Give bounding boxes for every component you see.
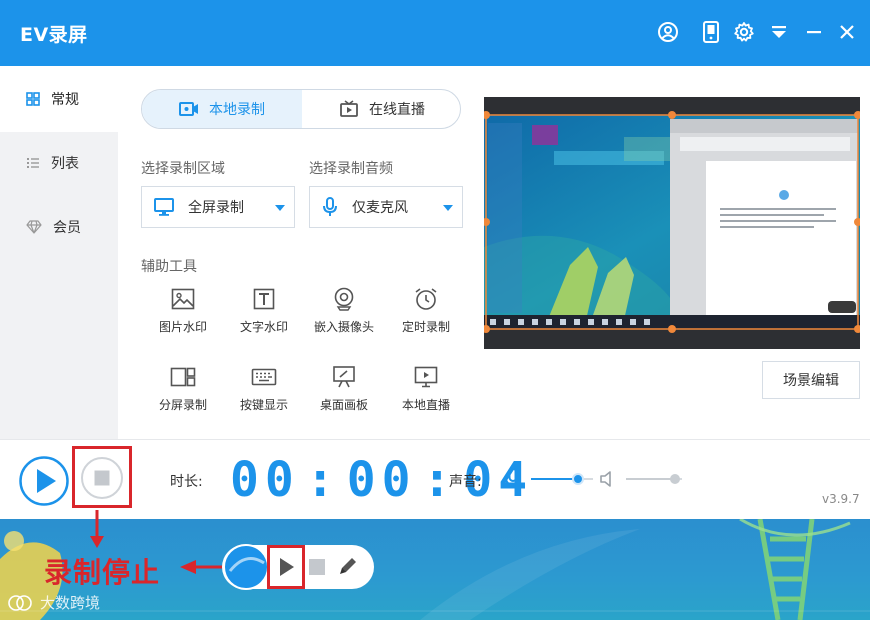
tool-image-watermark[interactable]: 图片水印 bbox=[143, 286, 223, 342]
recording-timer: 00 : 00 : 04 bbox=[230, 452, 533, 508]
menu-down-icon[interactable] bbox=[767, 20, 791, 44]
timer-separator: : bbox=[305, 452, 341, 508]
keyboard-icon bbox=[251, 368, 277, 386]
video-camera-icon bbox=[179, 102, 198, 116]
tool-timed-record[interactable]: 定时录制 bbox=[386, 286, 466, 342]
duration-label: 时长: bbox=[170, 474, 203, 490]
mic-volume-slider[interactable] bbox=[531, 472, 593, 486]
tool-key-display[interactable]: 按键显示 bbox=[224, 364, 304, 420]
mini-logo-icon[interactable] bbox=[222, 543, 270, 591]
timer-hours: 00 bbox=[230, 452, 300, 508]
slider-fill bbox=[626, 478, 675, 480]
pencil-icon[interactable] bbox=[337, 555, 359, 577]
tab-live-stream[interactable]: 在线直播 bbox=[302, 90, 460, 128]
screen-preview[interactable] bbox=[484, 97, 860, 349]
tool-label: 文字水印 bbox=[239, 320, 288, 334]
record-area-select[interactable]: 全屏录制 bbox=[141, 186, 295, 228]
watermark-logo-icon bbox=[8, 594, 32, 611]
annotation-label: 录制停止 bbox=[44, 556, 161, 589]
record-audio-label: 选择录制音频 bbox=[309, 161, 393, 177]
tool-label: 图片水印 bbox=[158, 320, 207, 334]
grid-icon bbox=[26, 92, 40, 106]
sidebar-item-label: 会员 bbox=[53, 220, 81, 236]
tool-local-live[interactable]: 本地直播 bbox=[386, 364, 466, 420]
tool-label: 分屏录制 bbox=[158, 398, 207, 412]
gear-icon[interactable] bbox=[732, 20, 756, 44]
split-screen-icon bbox=[170, 367, 196, 387]
diamond-icon bbox=[26, 220, 42, 234]
mode-toggle: 本地录制 在线直播 bbox=[141, 89, 461, 129]
sidebar-item-member[interactable]: 会员 bbox=[0, 194, 118, 260]
phone-icon[interactable] bbox=[699, 20, 723, 44]
list-icon bbox=[27, 158, 39, 168]
record-audio-value: 仅麦克风 bbox=[352, 200, 408, 216]
speaker-icon[interactable] bbox=[598, 469, 618, 489]
microphone-icon bbox=[323, 197, 337, 216]
tab-label: 本地录制 bbox=[209, 102, 265, 118]
tool-label: 定时录制 bbox=[401, 320, 450, 334]
watermark-text: 大数跨境 bbox=[40, 594, 101, 612]
tool-text-watermark[interactable]: 文字水印 bbox=[224, 286, 304, 342]
sidebar-item-label: 列表 bbox=[51, 156, 79, 172]
minimize-icon[interactable] bbox=[802, 20, 826, 44]
record-area-label: 选择录制区域 bbox=[141, 161, 225, 177]
sidebar-item-general[interactable]: 常规 bbox=[0, 66, 118, 132]
tool-split-screen[interactable]: 分屏录制 bbox=[143, 364, 223, 420]
tool-label: 本地直播 bbox=[401, 398, 450, 412]
stop-button[interactable] bbox=[80, 456, 124, 500]
mini-play-button[interactable] bbox=[274, 555, 298, 579]
monitor-icon bbox=[154, 198, 174, 216]
slider-handle[interactable] bbox=[670, 474, 680, 484]
tool-label: 按键显示 bbox=[239, 398, 288, 412]
sidebar-item-label: 常规 bbox=[51, 92, 79, 108]
chevron-down-icon bbox=[275, 205, 285, 211]
tool-label: 嵌入摄像头 bbox=[313, 320, 374, 334]
mini-stop-button[interactable] bbox=[307, 557, 327, 577]
slider-handle[interactable] bbox=[572, 473, 584, 485]
tab-label: 在线直播 bbox=[369, 102, 425, 118]
record-audio-select[interactable]: 仅麦克风 bbox=[309, 186, 463, 228]
tv-icon bbox=[340, 100, 358, 117]
image-icon bbox=[171, 288, 195, 310]
close-icon[interactable] bbox=[835, 20, 859, 44]
app-title: EV录屏 bbox=[20, 24, 88, 46]
easel-icon bbox=[333, 366, 355, 388]
tool-label: 桌面画板 bbox=[319, 398, 368, 412]
webcam-icon bbox=[334, 287, 354, 311]
volume-label: 声音: bbox=[449, 474, 482, 490]
user-icon[interactable] bbox=[656, 20, 680, 44]
sidebar-item-list[interactable]: 列表 bbox=[0, 130, 118, 196]
tools-label: 辅助工具 bbox=[141, 259, 197, 275]
tool-embed-webcam[interactable]: 嵌入摄像头 bbox=[304, 286, 384, 342]
alarm-clock-icon bbox=[415, 288, 437, 310]
speaker-volume-slider[interactable] bbox=[626, 472, 682, 486]
tab-local-record[interactable]: 本地录制 bbox=[142, 90, 302, 128]
text-icon bbox=[253, 288, 275, 310]
timer-minutes: 00 bbox=[346, 452, 417, 508]
record-area-value: 全屏录制 bbox=[188, 200, 244, 216]
version-label: v3.9.7 bbox=[822, 492, 860, 506]
watermark: 大数跨境 bbox=[6, 592, 100, 613]
monitor-play-icon bbox=[414, 366, 438, 388]
tool-desktop-board[interactable]: 桌面画板 bbox=[304, 364, 384, 420]
slider-fill bbox=[531, 478, 578, 480]
microphone-icon[interactable] bbox=[503, 468, 523, 490]
scene-edit-button[interactable]: 场景编辑 bbox=[762, 361, 860, 399]
play-button[interactable] bbox=[18, 455, 70, 507]
chevron-down-icon bbox=[443, 205, 453, 211]
